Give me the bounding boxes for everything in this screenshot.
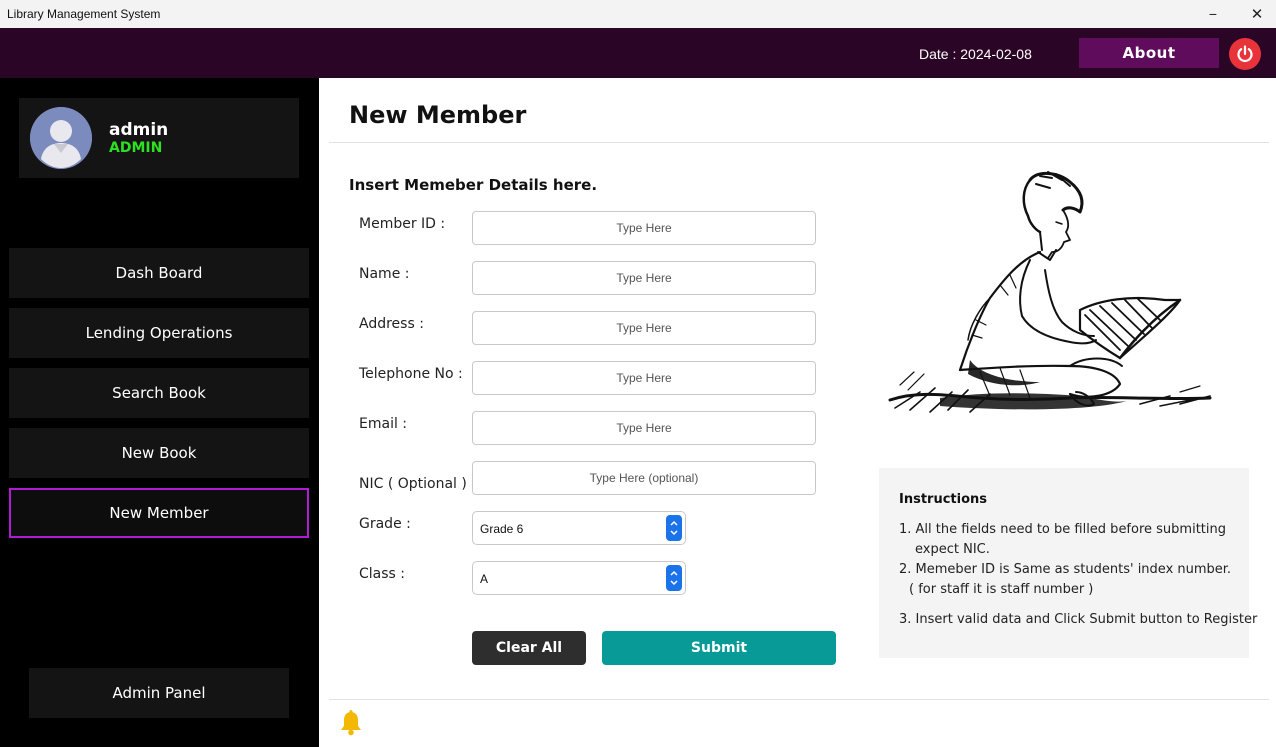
window-titlebar: Library Management System − ✕ [0,0,1276,28]
telephone-label: Telephone No : [359,366,463,382]
sidebar-item-new-book[interactable]: New Book [9,428,309,478]
nic-input[interactable] [472,461,816,495]
member-id-label: Member ID : [359,216,446,232]
profile-username: admin [109,120,169,140]
instruction-line: ( for staff it is staff number ) [909,582,1094,597]
user-profile-card: admin ADMIN [19,98,299,178]
instructions-panel: Instructions 1. All the fields need to b… [879,468,1257,658]
bell-icon [341,710,361,736]
sidebar-item-lending-operations[interactable]: Lending Operations [9,308,309,358]
minimize-icon: − [1208,6,1218,22]
footer-divider [329,699,1269,700]
about-button[interactable]: About [1079,38,1219,68]
address-input[interactable] [472,311,816,345]
avatar [30,107,92,169]
sidebar-item-dashboard[interactable]: Dash Board [9,248,309,298]
email-label: Email : [359,416,408,432]
instructions-heading: Instructions [899,492,988,507]
name-label: Name : [359,266,410,282]
class-select-value: A [480,572,489,586]
clear-all-button[interactable]: Clear All [472,631,586,665]
nic-label: NIC ( Optional ) : [359,476,477,492]
form-subtitle: Insert Memeber Details here. [349,176,598,194]
date-label: Date : 2024-02-08 [919,46,1032,62]
app-header: Date : 2024-02-08 About [0,28,1276,78]
grade-spinner[interactable] [666,515,682,541]
grade-select-value: Grade 6 [480,522,524,536]
instruction-line: 3. Insert valid data and Click Submit bu… [899,612,1258,627]
instruction-line: 1. All the fields need to be filled befo… [899,522,1226,537]
class-select[interactable]: A [472,561,686,595]
notification-button[interactable] [340,710,362,741]
instruction-line: 2. Memeber ID is Same as students' index… [899,562,1232,577]
close-button[interactable]: ✕ [1234,0,1276,28]
page-title: New Member [349,101,527,129]
address-label: Address : [359,316,424,332]
chevron-updown-icon [670,520,678,536]
close-icon: ✕ [1250,6,1264,23]
window-title: Library Management System [7,7,161,21]
grade-select[interactable]: Grade 6 [472,511,686,545]
member-id-input[interactable] [472,211,816,245]
title-divider [329,142,1269,143]
class-label: Class : [359,566,405,582]
class-spinner[interactable] [666,565,682,591]
reading-boy-illustration [888,171,1212,413]
sidebar: admin ADMIN Dash Board Lending Operation… [0,78,319,747]
name-input[interactable] [472,261,816,295]
grade-label: Grade : [359,516,411,532]
minimize-button[interactable]: − [1190,0,1236,28]
user-avatar-icon [30,107,92,169]
profile-role: ADMIN [109,140,163,156]
sidebar-item-new-member[interactable]: New Member [9,488,309,538]
telephone-input[interactable] [472,361,816,395]
submit-button[interactable]: Submit [602,631,836,665]
admin-panel-button[interactable]: Admin Panel [29,668,289,718]
power-button[interactable] [1229,38,1261,70]
instruction-line: expect NIC. [915,542,990,557]
email-input[interactable] [472,411,816,445]
power-icon [1237,45,1253,63]
sidebar-item-search-book[interactable]: Search Book [9,368,309,418]
chevron-updown-icon [670,570,678,586]
